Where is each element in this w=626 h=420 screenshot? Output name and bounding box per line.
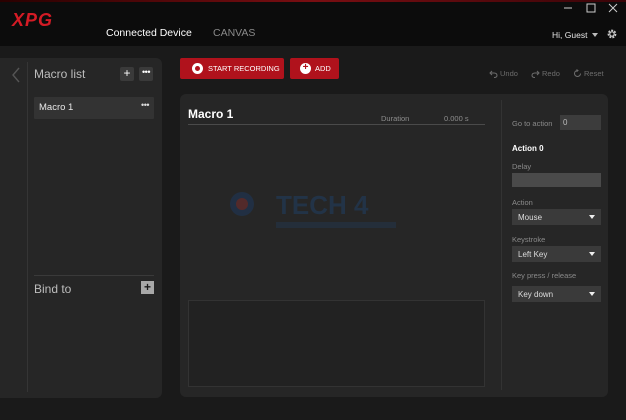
- minimize-icon[interactable]: [559, 2, 577, 14]
- watermark-text: TECH 4: [276, 190, 369, 220]
- add-macro-button[interactable]: +: [120, 67, 134, 81]
- goto-action-label: Go to action: [512, 119, 553, 128]
- key-press-release-value: Key down: [518, 290, 554, 299]
- xpg-logo: XPG: [11, 10, 53, 30]
- divider: [34, 275, 154, 276]
- delay-label: Delay: [512, 162, 532, 171]
- title-bar: [0, 0, 626, 46]
- macro-list-title: Macro list: [34, 67, 86, 81]
- list-item[interactable]: Macro 1 •••: [34, 97, 154, 119]
- add-button[interactable]: + ADD: [290, 58, 339, 79]
- undo-button[interactable]: Undo: [500, 69, 518, 78]
- tab-connected-device[interactable]: Connected Device: [106, 27, 192, 39]
- action-label: Action: [512, 198, 533, 207]
- start-recording-label: START RECORDING: [208, 64, 280, 73]
- divider: [188, 124, 485, 125]
- action-select[interactable]: Mouse: [512, 209, 601, 225]
- user-greeting[interactable]: Hi, Guest: [552, 30, 587, 40]
- action-select-value: Mouse: [518, 213, 543, 222]
- goto-action-input[interactable]: [560, 115, 601, 130]
- chevron-down-icon: [589, 292, 595, 296]
- reset-icon[interactable]: [573, 69, 582, 78]
- keystroke-select-value: Left Key: [518, 250, 548, 259]
- divider: [501, 100, 502, 390]
- key-press-release-select[interactable]: Key down: [512, 286, 601, 302]
- watermark: TECH 4: [230, 190, 396, 228]
- close-icon[interactable]: [604, 2, 622, 14]
- start-recording-button[interactable]: START RECORDING: [180, 58, 284, 79]
- reset-button[interactable]: Reset: [584, 69, 604, 78]
- key-press-release-label: Key press / release: [512, 271, 577, 280]
- more-icon[interactable]: •••: [141, 100, 149, 110]
- keystroke-label: Keystroke: [512, 235, 546, 244]
- chevron-down-icon: [589, 215, 595, 219]
- xpg-logo-text: XPG: [11, 10, 53, 30]
- timeline-area[interactable]: [188, 300, 485, 387]
- undo-icon[interactable]: [489, 69, 498, 78]
- redo-button[interactable]: Redo: [542, 69, 560, 78]
- redo-icon[interactable]: [531, 69, 540, 78]
- chevron-left-icon[interactable]: [10, 66, 22, 84]
- record-icon: [192, 63, 203, 74]
- panel-divider: [27, 62, 28, 392]
- macro-title: Macro 1: [188, 107, 234, 121]
- chevron-down-icon: [589, 252, 595, 256]
- gear-icon[interactable]: [606, 28, 618, 40]
- maximize-icon[interactable]: [582, 2, 600, 14]
- duration-label: Duration: [381, 114, 410, 123]
- chevron-down-icon[interactable]: [592, 33, 598, 37]
- add-label: ADD: [315, 64, 331, 73]
- bind-to-label: Bind to: [34, 282, 72, 296]
- delay-input[interactable]: [512, 173, 601, 187]
- macro-item-name: Macro 1: [39, 102, 74, 113]
- tab-canvas[interactable]: CANVAS: [213, 27, 255, 39]
- action-heading: Action 0: [512, 144, 544, 153]
- plus-icon: +: [300, 63, 311, 74]
- add-binding-button[interactable]: +: [141, 281, 154, 294]
- duration-value: 0.000 s: [444, 114, 469, 123]
- keystroke-select[interactable]: Left Key: [512, 246, 601, 262]
- more-icon[interactable]: •••: [139, 67, 153, 81]
